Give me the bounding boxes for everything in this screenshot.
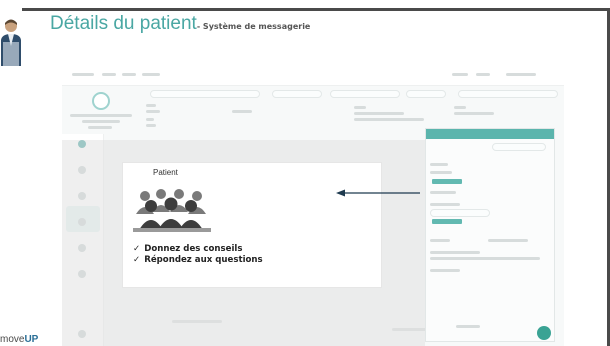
messenger-panel: [425, 128, 555, 342]
check-icon: ✓: [133, 255, 141, 265]
bullet-item: ✓ Donnez des conseils: [133, 244, 243, 254]
top-rule: [22, 8, 610, 11]
doctor-figure-icon: [1, 19, 21, 66]
slide-title: Détails du patient- Système de messageri…: [50, 13, 310, 35]
people-group-icon: [133, 189, 211, 232]
send-message-button[interactable]: [537, 326, 551, 340]
title-subtitle: - Système de messagerie: [196, 22, 311, 31]
title-main: Détails du patient: [50, 13, 197, 34]
callout-title: Patient: [153, 168, 178, 177]
patient-avatar: [92, 92, 110, 110]
messenger-header: [426, 129, 554, 139]
pointer-arrow-icon: [336, 189, 420, 197]
app-top-bar: [62, 64, 564, 86]
callout-bullet-list: ✓ Donnez des conseils ✓ Répondez aux quest…: [133, 244, 263, 266]
moveup-logo: moveUP: [0, 334, 39, 345]
check-icon: ✓: [133, 244, 141, 254]
bullet-item: ✓ Répondez aux questions: [133, 255, 263, 265]
